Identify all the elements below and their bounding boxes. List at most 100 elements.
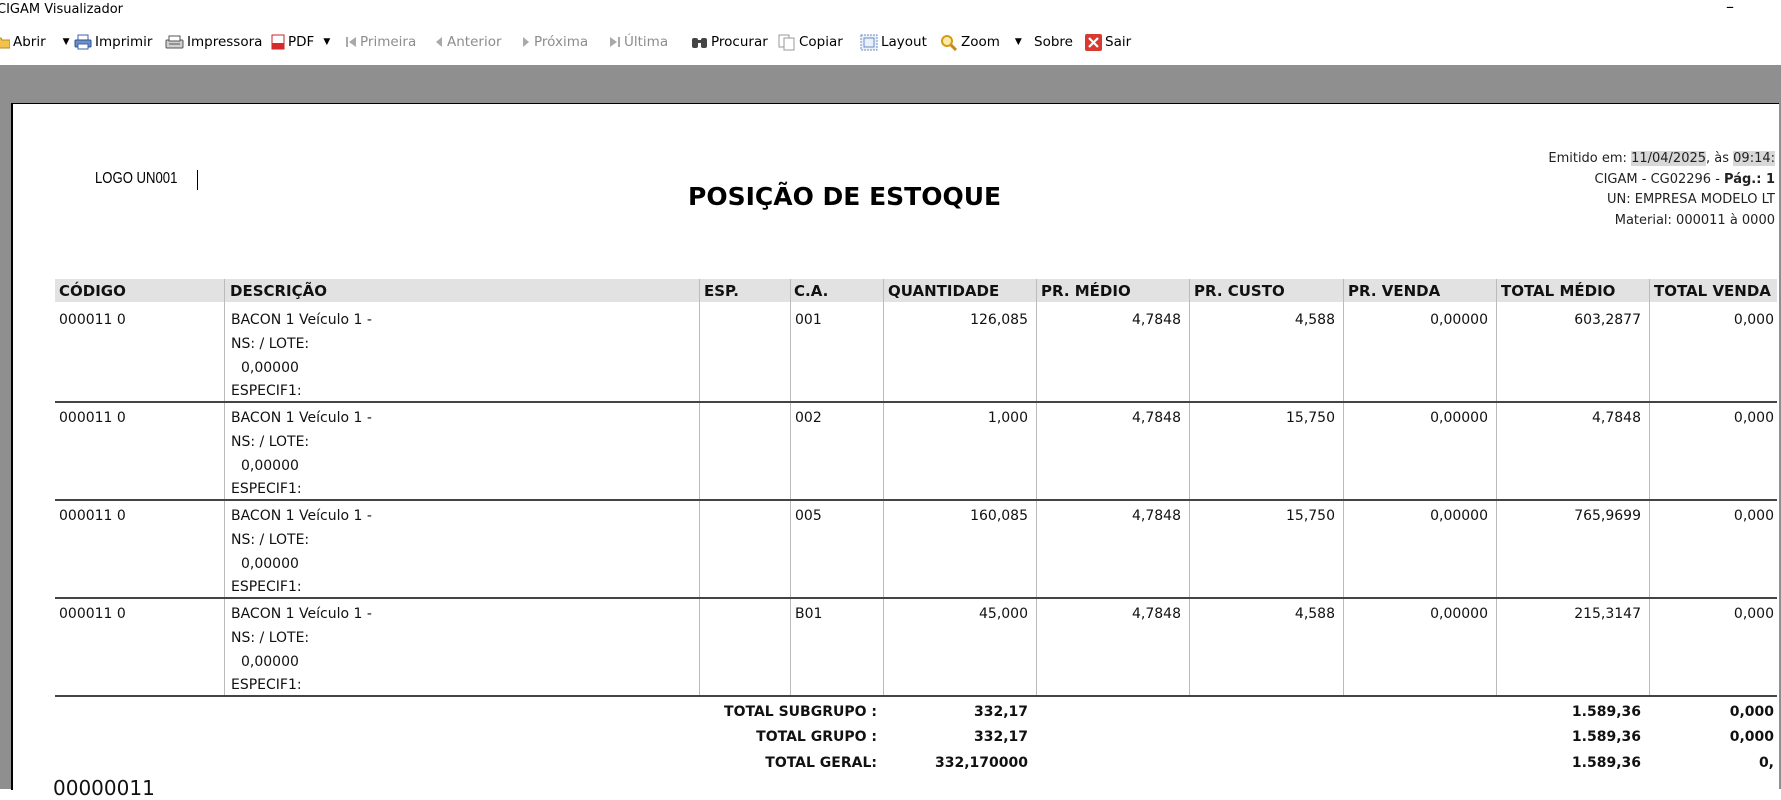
row-divider [55, 597, 1777, 599]
total-grupo-label: TOTAL GRUPO : [756, 729, 877, 745]
row-total-venda: 0,000 [1733, 508, 1774, 524]
row-pr-custo: 4,588 [1294, 312, 1335, 328]
chevron-down-icon[interactable]: ▼ [323, 37, 330, 47]
previous-page-icon [436, 37, 442, 47]
primeira-button[interactable]: Primeira [345, 32, 416, 52]
pdf-label: PDF [288, 34, 315, 50]
row-codigo: 000011 0 [59, 606, 126, 622]
page-number: Pág.: 1 [1724, 171, 1775, 187]
impressora-button[interactable]: Impressora [165, 32, 262, 52]
row-pr-venda: 0,00000 [1430, 508, 1488, 524]
col-total-venda: TOTAL VENDA [1654, 282, 1771, 300]
sair-button[interactable]: Sair [1085, 32, 1131, 52]
emitido-time: 09:14: [1733, 151, 1775, 166]
pdf-icon [271, 34, 285, 50]
row-desc-line2: NS: / LOTE: [231, 630, 310, 646]
column-divider [699, 279, 700, 695]
col-ca: C.A. [794, 282, 829, 300]
procurar-label: Procurar [711, 34, 768, 50]
total-geral-total-medio: 1.589,36 [1571, 755, 1641, 771]
col-pr-custo: PR. CUSTO [1194, 282, 1285, 300]
anterior-button[interactable]: Anterior [434, 32, 502, 52]
column-divider [1189, 279, 1190, 695]
row-desc-line4: ESPECIF1: [231, 383, 302, 399]
total-geral-label: TOTAL GERAL: [765, 755, 877, 771]
col-pr-venda: PR. VENDA [1348, 282, 1441, 300]
pdf-button[interactable]: PDF ▼ [271, 32, 330, 52]
row-desc-line4: ESPECIF1: [231, 579, 302, 595]
row-pr-medio: 4,7848 [1132, 508, 1181, 524]
abrir-button[interactable]: Abrir ▼ [0, 32, 70, 52]
last-page-icon [610, 37, 620, 47]
sobre-label: Sobre [1034, 34, 1073, 50]
col-descricao: DESCRIÇÃO [230, 282, 328, 300]
chevron-down-icon[interactable]: ▼ [1015, 37, 1022, 47]
close-icon [1085, 33, 1102, 51]
emitido-line: Emitido em: 11/04/2025, às 09:14: [1548, 151, 1775, 166]
row-pr-medio: 4,7848 [1132, 312, 1181, 328]
row-pr-medio: 4,7848 [1132, 410, 1181, 426]
row-codigo: 000011 0 [59, 508, 126, 524]
folder-open-icon [0, 37, 10, 49]
zoom-label: Zoom [961, 34, 1000, 50]
column-divider [1036, 279, 1037, 695]
row-pr-venda: 0,00000 [1430, 606, 1488, 622]
row-desc-line4: ESPECIF1: [231, 481, 302, 497]
col-esp: ESP. [704, 282, 739, 300]
row-desc-line1: BACON 1 Veículo 1 - [231, 312, 372, 328]
row-desc-line2: NS: / LOTE: [231, 532, 310, 548]
sobre-button[interactable]: Sobre [1034, 32, 1073, 52]
total-geral-total-venda: 0, [1758, 755, 1774, 771]
column-divider [1343, 279, 1344, 695]
row-total-venda: 0,000 [1733, 410, 1774, 426]
col-pr-medio: PR. MÉDIO [1041, 282, 1131, 300]
column-divider [883, 279, 884, 695]
row-quantidade: 126,085 [970, 312, 1028, 328]
row-quantidade: 45,000 [979, 606, 1028, 622]
row-desc-line1: BACON 1 Veículo 1 - [231, 410, 372, 426]
system-line: CIGAM - CG02296 - Pág.: 1 [1594, 171, 1775, 187]
row-total-medio: 765,9699 [1574, 508, 1641, 524]
company-logo: LOGO UN001 [95, 170, 178, 187]
emitido-date: 11/04/2025 [1631, 151, 1707, 166]
window-title: CIGAM Visualizador [0, 2, 123, 17]
text-cursor [197, 170, 198, 190]
ultima-button[interactable]: Última [609, 32, 668, 52]
row-desc-line2: NS: / LOTE: [231, 434, 310, 450]
column-divider [1496, 279, 1497, 695]
layout-button[interactable]: Layout [860, 32, 927, 52]
row-desc-line3: 0,00000 [241, 458, 299, 474]
column-divider [790, 279, 791, 695]
window-titlebar: CIGAM Visualizador – [0, 0, 1781, 23]
total-subgrupo-total-medio: 1.589,36 [1571, 704, 1641, 720]
impressora-label: Impressora [187, 34, 263, 50]
next-page-icon [523, 37, 529, 47]
primeira-label: Primeira [360, 34, 417, 50]
row-pr-custo: 15,750 [1286, 410, 1335, 426]
chevron-down-icon[interactable]: ▼ [63, 37, 70, 47]
imprimir-button[interactable]: Imprimir [74, 32, 152, 52]
row-desc-line3: 0,00000 [241, 360, 299, 376]
row-codigo: 000011 0 [59, 312, 126, 328]
un-line: UN: EMPRESA MODELO LT [1607, 192, 1775, 207]
layout-icon [860, 34, 878, 50]
toolbar: Abrir ▼ Imprimir Impressora PDF ▼ Primei… [0, 23, 1781, 63]
row-desc-line1: BACON 1 Veículo 1 - [231, 606, 372, 622]
total-subgrupo-total-venda: 0,000 [1729, 704, 1774, 720]
zoom-button[interactable]: Zoom ▼ [940, 32, 1022, 52]
row-quantidade: 160,085 [970, 508, 1028, 524]
row-pr-venda: 0,00000 [1430, 410, 1488, 426]
minimize-button[interactable]: – [1726, 0, 1734, 16]
row-desc-line1: BACON 1 Veículo 1 - [231, 508, 372, 524]
total-grupo-total-venda: 0,000 [1729, 729, 1774, 745]
row-codigo: 000011 0 [59, 410, 126, 426]
proxima-button[interactable]: Próxima [521, 32, 588, 52]
procurar-button[interactable]: Procurar [691, 32, 768, 52]
copiar-button[interactable]: Copiar [778, 32, 843, 52]
material-line: Material: 000011 à 0000 [1614, 212, 1775, 228]
total-grupo-quantidade: 332,17 [973, 729, 1028, 745]
abrir-label: Abrir [13, 34, 46, 50]
binoculars-icon [692, 38, 707, 48]
col-codigo: CÓDIGO [59, 282, 126, 300]
row-total-medio: 4,7848 [1592, 410, 1641, 426]
